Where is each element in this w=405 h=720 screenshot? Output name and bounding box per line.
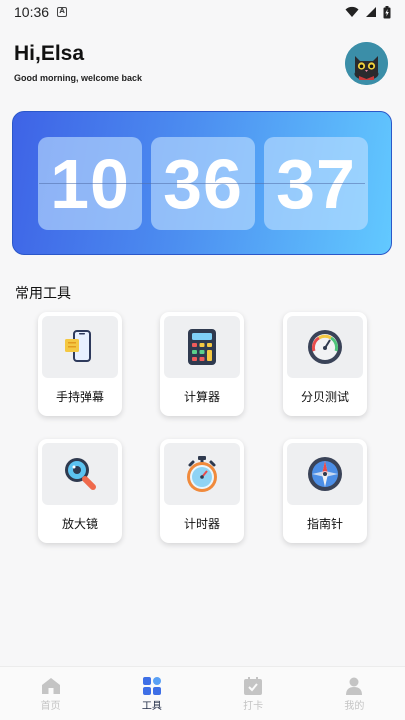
tool-handheld-marquee[interactable]: 手持弹幕 [38,312,122,416]
tools-grid-icon [142,677,161,695]
nav-item-mine[interactable]: 我的 [304,667,405,720]
status-icons [345,5,391,19]
tool-label: 分贝测试 [300,390,349,404]
tool-magnifier[interactable]: 放大镜 [38,439,122,543]
magnifier-icon [65,458,96,490]
tool-compass[interactable]: 指南针 [283,439,367,543]
tool-timer[interactable]: 计时器 [160,439,244,543]
tool-label: 指南针 [306,517,343,531]
battery-charging-icon [383,5,391,18]
tools-section-title: 常用工具 [15,286,71,302]
compass-icon [308,457,342,491]
calendar-check-icon [244,677,263,695]
cat-avatar-icon [345,42,388,85]
stopwatch-icon [187,456,217,492]
tool-decibel-test[interactable]: 分贝测试 [283,312,367,416]
nav-item-tools[interactable]: 工具 [101,667,202,720]
wifi-icon [345,6,359,17]
signal-icon [366,7,376,17]
status-bar: 10:36 A [0,0,405,24]
greeting-block: Hi,Elsa Good morning, welcome back [14,42,142,83]
greeting-title: Hi,Elsa [14,42,85,65]
clock-divider-line [39,183,365,184]
nav-item-home[interactable]: 首页 [0,667,101,720]
flip-clock-card: 10 36 37 [12,111,392,255]
home-icon [41,678,60,694]
tool-label: 计算器 [183,390,220,404]
greeting-subtitle: Good morning, welcome back [14,73,143,83]
nav-label: 打卡 [243,701,264,712]
nav-item-checkin[interactable]: 打卡 [203,667,304,720]
tool-label: 手持弹幕 [55,390,104,404]
nav-label: 我的 [344,701,365,712]
user-icon [346,677,363,695]
decibel-meter-icon [308,330,342,364]
tool-label: 计时器 [183,517,220,531]
status-time: 10:36 [14,4,50,20]
bottom-nav: 首页 工具 打卡 我的 [0,666,405,720]
phone-marquee-icon [65,330,91,362]
a-notification-icon: A [57,7,68,17]
tool-calculator[interactable]: 计算器 [160,312,244,416]
nav-label: 工具 [141,701,162,712]
tool-label: 放大镜 [61,517,98,531]
avatar[interactable] [345,42,388,85]
calculator-icon [188,329,216,365]
nav-label: 首页 [40,701,61,712]
